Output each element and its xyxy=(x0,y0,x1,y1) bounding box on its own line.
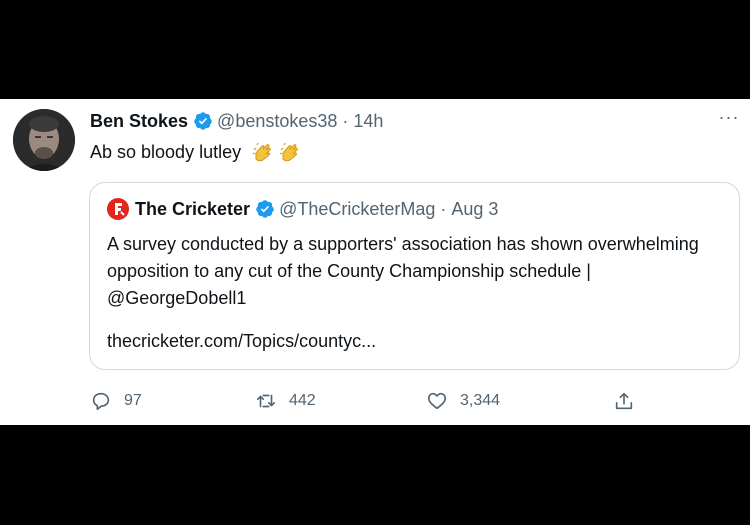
tweet-timestamp[interactable]: 14h xyxy=(353,111,383,132)
quoted-author-name[interactable]: The Cricketer xyxy=(135,199,250,220)
author-handle[interactable]: @benstokes38 xyxy=(217,111,337,132)
quoted-author-handle[interactable]: @TheCricketerMag xyxy=(279,199,435,220)
like-count: 3,344 xyxy=(460,392,501,409)
heart-icon xyxy=(427,392,447,410)
tweet-actions: 97 442 3,344 xyxy=(90,388,650,414)
quoted-tweet[interactable]: The Cricketer @TheCricketerMag · Aug 3 A… xyxy=(89,182,740,370)
tweet-text: Ab so bloody lutley xyxy=(90,141,302,163)
retweet-count: 442 xyxy=(289,392,316,409)
quoted-timestamp[interactable]: Aug 3 xyxy=(451,199,498,220)
retweet-button[interactable]: 442 xyxy=(255,388,316,414)
clapping-hands-icon xyxy=(279,142,298,162)
more-options-icon[interactable]: ··· xyxy=(716,108,742,126)
quoted-tweet-link[interactable]: thecricketer.com/Topics/countyc... xyxy=(107,331,376,352)
quoted-tweet-header: The Cricketer @TheCricketerMag · Aug 3 xyxy=(107,197,498,221)
quoted-tweet-text: A survey conducted by a supporters' asso… xyxy=(107,234,699,308)
reply-icon xyxy=(92,392,110,411)
retweet-icon xyxy=(256,394,276,408)
reply-button[interactable]: 97 xyxy=(90,388,142,414)
tweet-card[interactable]: ··· Ben Stokes @benstokes38 · 14h Ab so … xyxy=(0,99,750,425)
separator-dot: · xyxy=(342,110,349,131)
reply-count: 97 xyxy=(124,392,142,409)
cricketer-logo-icon[interactable] xyxy=(107,198,129,220)
verified-badge-icon xyxy=(194,112,212,130)
share-button[interactable] xyxy=(613,388,647,414)
tweet-body: Ab so bloody lutley xyxy=(90,141,242,162)
verified-badge-icon xyxy=(256,200,274,218)
tweet-header: Ben Stokes @benstokes38 · 14h xyxy=(90,110,383,132)
avatar-image xyxy=(13,109,75,171)
separator-dot: · xyxy=(440,198,447,219)
author-name[interactable]: Ben Stokes xyxy=(90,111,188,132)
share-icon xyxy=(615,392,633,410)
clapping-hands-icon xyxy=(252,142,271,162)
avatar[interactable] xyxy=(13,109,75,171)
like-button[interactable]: 3,344 xyxy=(426,388,500,414)
